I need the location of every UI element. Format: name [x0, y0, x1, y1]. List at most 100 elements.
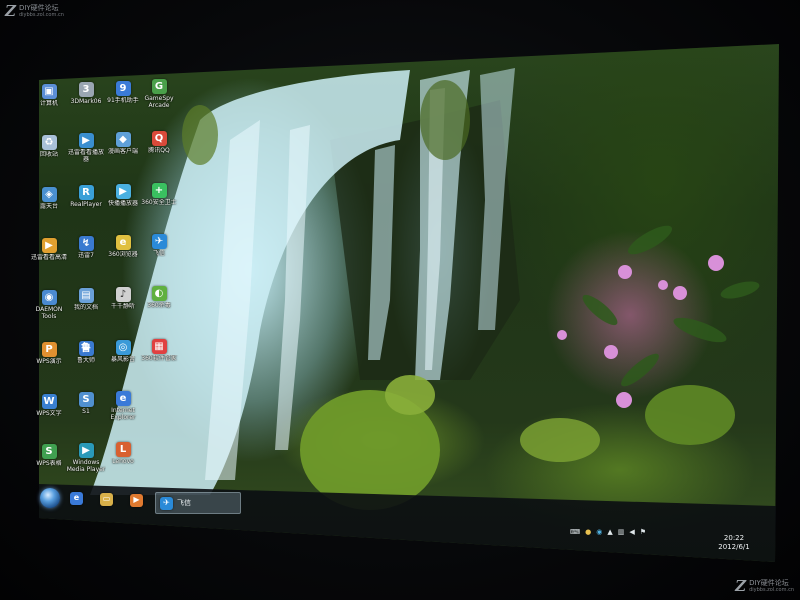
video-player-icon: ▶ — [78, 133, 94, 148]
recycle-bin-icon: ♻ — [41, 135, 57, 150]
desktop-icon[interactable]: ▦ 360软件管家 — [140, 339, 178, 362]
desktop-icon-label: 腾讯QQ — [148, 147, 170, 154]
taskbar-pinned-explorer[interactable]: ▭ — [96, 489, 117, 509]
desktop-icon-label: 迅雷7 — [78, 252, 94, 259]
desktop-icon-label: Internet Explorer — [110, 407, 136, 421]
storm-player-icon: ◎ — [115, 340, 131, 355]
software-manager-icon: ▦ — [151, 339, 167, 354]
music-icon: ♪ — [115, 287, 131, 302]
desktop-icon[interactable]: W WPS文字 — [30, 394, 68, 417]
desktop-icon-label: WPS文字 — [36, 410, 62, 417]
desktop-icon[interactable]: ◉ DAEMON Tools — [30, 290, 68, 320]
taskbar-pinned-media[interactable]: ▶ — [126, 490, 147, 510]
chevron-up-icon[interactable]: ▲ — [607, 528, 612, 536]
documents-icon: ▤ — [78, 288, 94, 303]
taskbar-pinned-ie[interactable]: e — [66, 488, 87, 508]
desktop-icon-label: 360软件管家 — [141, 355, 177, 362]
qq-tray-icon[interactable]: ● — [585, 528, 591, 536]
desktop-icon-label: 我的文档 — [73, 304, 98, 311]
lenovo-icon: L — [115, 442, 131, 457]
media-player-icon: ▶ — [130, 493, 143, 507]
folder-icon: ▭ — [100, 492, 113, 506]
desktop-icon[interactable]: ▤ 我的文档 — [67, 288, 105, 311]
gamespy-icon: G — [151, 79, 167, 94]
desktop-icon[interactable]: ▶ 迅雷看看高清 — [30, 238, 68, 261]
internet-explorer-icon: e — [70, 491, 83, 505]
desktop-icon[interactable]: S WPS表格 — [30, 444, 68, 467]
desktop-icon-label: 漫画客户端 — [107, 148, 138, 155]
zol-logo-icon: Z — [5, 2, 16, 20]
wps-writer-icon: W — [41, 394, 57, 409]
flag-icon[interactable]: ⚑ — [640, 528, 646, 536]
desktop-icon-label: 千千静听 — [110, 303, 135, 310]
desktop-icon[interactable]: 鲁 鲁大师 — [67, 341, 105, 364]
desktop-icon-label: 暴风影音 — [110, 356, 135, 363]
player-icon: ▶ — [115, 184, 131, 199]
desktop-icon[interactable]: 9 91手机助手 — [104, 81, 142, 104]
desktop-icon-label: 3DMark06 — [70, 98, 102, 105]
volume-icon[interactable]: ◀ — [629, 528, 634, 536]
desktop-icon-label: 迅雷看看播放器 — [67, 149, 104, 163]
desktop-icon-label: 快播播放器 — [107, 200, 138, 207]
desktop-icon[interactable]: + 360安全卫士 — [140, 183, 178, 206]
desktop-icon[interactable]: ▶ 快播播放器 — [104, 184, 142, 207]
desktop-icon[interactable]: ◎ 暴风影音 — [104, 340, 142, 363]
desktop-icon[interactable]: e 360浏览器 — [104, 235, 142, 258]
desktop-icon-label: Windows Media Player — [66, 459, 106, 473]
desktop-icon[interactable]: ↯ 迅雷7 — [67, 236, 105, 259]
desktop-icon[interactable]: R RealPlayer — [67, 185, 105, 208]
desktop-icon[interactable]: P WPS演示 — [30, 342, 68, 365]
app-icon: S — [78, 392, 94, 407]
hd-video-icon: ▶ — [41, 238, 57, 253]
desktop-icon[interactable]: ▶ 迅雷看看播放器 — [67, 133, 105, 163]
desktop-icon[interactable]: 3 3DMark06 — [67, 82, 105, 105]
desktop-icon[interactable]: L Lenovo — [104, 442, 142, 465]
network-icon: ◈ — [41, 187, 57, 202]
desktop-icon[interactable]: ▶ Windows Media Player — [67, 443, 105, 473]
internet-explorer-icon: e — [115, 391, 131, 406]
daemon-tools-icon: ◉ — [41, 290, 57, 305]
network-tray-icon[interactable]: ▥ — [618, 528, 625, 536]
desktop-icon-label: GameSpy Arcade — [144, 95, 174, 109]
desktop-icon[interactable]: e Internet Explorer — [104, 391, 142, 421]
taskbar-active-window[interactable]: ✈ 飞信 — [155, 492, 241, 514]
keyboard-icon[interactable]: ⌨ — [570, 528, 580, 536]
taskbar-clock[interactable]: 20:22 2012/6/1 — [712, 534, 756, 552]
desktop-icon[interactable]: ✈ 飞信 — [140, 234, 178, 257]
fetion-icon: ✈ — [160, 496, 173, 510]
desktop-icon-label: 360安全卫士 — [141, 199, 177, 206]
desktop-icon[interactable]: G GameSpy Arcade — [140, 79, 178, 109]
clock-time: 20:22 — [723, 534, 745, 542]
windows-start-icon[interactable] — [40, 488, 60, 508]
desktop-icon-label: 360浏览器 — [108, 251, 138, 258]
zol-logo-icon: Z — [735, 577, 747, 595]
watermark-url: diybbs.zol.com.cn — [18, 11, 64, 18]
3dmark-icon: 3 — [78, 82, 94, 97]
watermark-url: diybbs.zol.com.cn — [749, 586, 794, 593]
desktop-icon[interactable]: Q 腾讯QQ — [140, 131, 178, 154]
taskbar-window-label: 飞信 — [177, 499, 191, 507]
wps-spreadsheet-icon: S — [41, 444, 57, 459]
desktop-icon[interactable]: ◈ 露天台 — [30, 187, 68, 210]
security-tray-icon[interactable]: ◉ — [596, 528, 602, 536]
desktop-icon-label: 露天台 — [39, 203, 58, 210]
realplayer-icon: R — [78, 185, 94, 200]
qq-icon: Q — [151, 131, 167, 146]
watermark-bottom: Z DIY硬件论坛 diybbs.zol.com.cn — [735, 579, 794, 594]
desktop-icon[interactable]: S S1 — [67, 392, 105, 415]
desktop-icon[interactable]: ♻ 回收站 — [30, 135, 68, 158]
wps-presentation-icon: P — [41, 342, 57, 357]
phone-assistant-icon: 9 — [115, 81, 131, 96]
watermark-top: Z DIY硬件论坛 diybbs.zol.com.cn — [5, 4, 64, 19]
desktop-icon[interactable]: ▣ 计算机 — [30, 84, 68, 107]
desktop-icon-label: 回收站 — [39, 151, 58, 158]
desktop-icon[interactable]: ◆ 漫画客户端 — [104, 132, 142, 155]
desktop-icon-label: WPS演示 — [36, 358, 62, 365]
fetion-icon: ✈ — [151, 234, 167, 249]
desktop-icon-label: RealPlayer — [70, 201, 102, 208]
desktop-icon-label: S1 — [82, 408, 90, 415]
desktop-icon[interactable]: ♪ 千千静听 — [104, 287, 142, 310]
desktop-icon-label: Lenovo — [112, 458, 134, 465]
desktop-icon[interactable]: ◐ 360杀毒 — [140, 286, 178, 309]
desktop-icon-label: 鲁大师 — [76, 357, 95, 364]
